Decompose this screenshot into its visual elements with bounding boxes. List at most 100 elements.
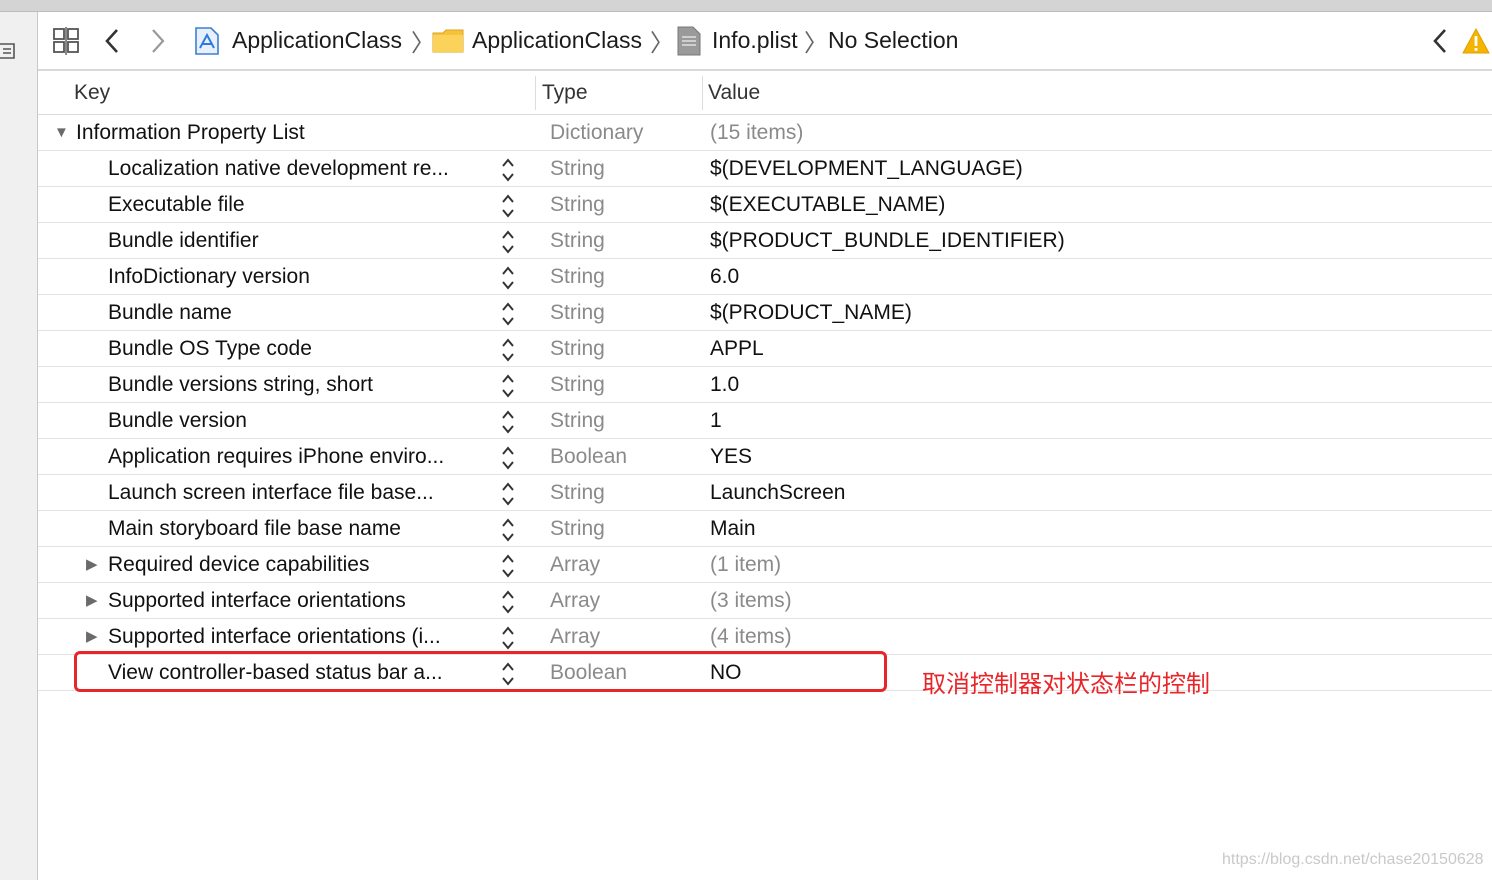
plist-row[interactable]: Launch screen interface file base... Stri… bbox=[38, 475, 1492, 511]
row-type[interactable]: Boolean bbox=[550, 439, 627, 474]
warning-icon[interactable] bbox=[1462, 12, 1490, 69]
row-value[interactable]: 1.0 bbox=[710, 367, 739, 402]
disclosure-expanded-icon[interactable]: ▼ bbox=[54, 115, 69, 150]
disclosure-collapsed-icon[interactable]: ▶ bbox=[86, 619, 98, 654]
row-value[interactable]: (4 items) bbox=[710, 619, 792, 654]
row-value[interactable]: Main bbox=[710, 511, 756, 546]
plist-root-row[interactable]: ▼ Information Property List Dictionary (… bbox=[38, 115, 1492, 151]
row-key[interactable]: Required device capabilities bbox=[108, 547, 370, 582]
key-stepper-icon[interactable] bbox=[500, 337, 516, 363]
plist-column-header: Key Type Value bbox=[38, 72, 1492, 115]
row-key[interactable]: Bundle version bbox=[108, 403, 247, 438]
breadcrumb-selection[interactable]: No Selection bbox=[828, 12, 958, 69]
root-key: Information Property List bbox=[76, 121, 305, 144]
row-key[interactable]: Launch screen interface file base... bbox=[108, 475, 434, 510]
row-key[interactable]: Application requires iPhone enviro... bbox=[108, 439, 444, 474]
row-type[interactable]: String bbox=[550, 403, 605, 438]
plist-row[interactable]: Bundle identifier String $(PRODUCT_BUNDLE_… bbox=[38, 223, 1492, 259]
key-stepper-icon[interactable] bbox=[500, 445, 516, 471]
plist-row[interactable]: Localization native development re... Str… bbox=[38, 151, 1492, 187]
key-stepper-icon[interactable] bbox=[500, 589, 516, 615]
row-value[interactable]: $(PRODUCT_NAME) bbox=[710, 295, 912, 330]
plist-row[interactable]: Application requires iPhone enviro... Boo… bbox=[38, 439, 1492, 475]
root-value: (15 items) bbox=[710, 121, 804, 144]
row-value[interactable]: $(PRODUCT_BUNDLE_IDENTIFIER) bbox=[710, 223, 1065, 258]
disclosure-collapsed-icon[interactable]: ▶ bbox=[86, 583, 98, 618]
key-stepper-icon[interactable] bbox=[500, 373, 516, 399]
previous-issue-chevron-icon[interactable] bbox=[1432, 12, 1448, 69]
row-type[interactable]: String bbox=[550, 259, 605, 294]
breadcrumb-project[interactable]: ApplicationClass bbox=[232, 12, 402, 69]
key-stepper-icon[interactable] bbox=[500, 409, 516, 435]
row-value[interactable]: LaunchScreen bbox=[710, 475, 845, 510]
row-type[interactable]: String bbox=[550, 367, 605, 402]
breadcrumb-file[interactable]: Info.plist bbox=[712, 12, 798, 69]
plist-row[interactable]: ▶ Supported interface orientations Array (3… bbox=[38, 583, 1492, 619]
row-value[interactable]: APPL bbox=[710, 331, 764, 366]
plist-row[interactable]: ▶ Supported interface orientations (i... A… bbox=[38, 619, 1492, 655]
row-value[interactable]: $(DEVELOPMENT_LANGUAGE) bbox=[710, 151, 1023, 186]
row-key[interactable]: Bundle OS Type code bbox=[108, 331, 312, 366]
row-type[interactable]: String bbox=[550, 331, 605, 366]
breadcrumb-separator-icon: 〉 bbox=[804, 30, 828, 57]
row-type[interactable]: String bbox=[550, 475, 605, 510]
row-key[interactable]: Supported interface orientations (i... bbox=[108, 619, 441, 654]
row-value[interactable]: $(EXECUTABLE_NAME) bbox=[710, 187, 945, 222]
row-key[interactable]: Localization native development re... bbox=[108, 151, 449, 186]
key-stepper-icon[interactable] bbox=[500, 229, 516, 255]
row-value[interactable]: YES bbox=[710, 439, 752, 474]
row-type[interactable]: Array bbox=[550, 547, 600, 582]
key-stepper-icon[interactable] bbox=[500, 517, 516, 543]
back-chevron-icon[interactable] bbox=[104, 12, 120, 69]
forward-chevron-icon[interactable] bbox=[150, 12, 166, 69]
related-items-grid-icon[interactable] bbox=[52, 12, 82, 69]
row-key[interactable]: Executable file bbox=[108, 187, 245, 222]
plist-row[interactable]: InfoDictionary version String 6.0 bbox=[38, 259, 1492, 295]
plist-row[interactable]: Bundle OS Type code String APPL bbox=[38, 331, 1492, 367]
key-stepper-icon[interactable] bbox=[500, 625, 516, 651]
row-key[interactable]: Bundle versions string, short bbox=[108, 367, 373, 402]
column-key-header[interactable]: Key bbox=[74, 72, 110, 114]
breadcrumb-group[interactable]: ApplicationClass bbox=[472, 12, 642, 69]
column-divider[interactable] bbox=[535, 76, 536, 110]
row-type[interactable]: String bbox=[550, 511, 605, 546]
row-key[interactable]: Supported interface orientations bbox=[108, 583, 406, 618]
row-type[interactable]: Array bbox=[550, 583, 600, 618]
row-value[interactable]: 1 bbox=[710, 403, 722, 438]
row-type[interactable]: String bbox=[550, 151, 605, 186]
row-value[interactable]: (1 item) bbox=[710, 547, 781, 582]
xcode-project-icon bbox=[194, 12, 220, 69]
plist-row[interactable]: Main storyboard file base name String Main bbox=[38, 511, 1492, 547]
window-top-strip bbox=[0, 0, 1492, 12]
row-type[interactable]: String bbox=[550, 187, 605, 222]
row-key[interactable]: Main storyboard file base name bbox=[108, 511, 401, 546]
key-stepper-icon[interactable] bbox=[500, 265, 516, 291]
left-panel-edge bbox=[0, 12, 38, 880]
plist-row[interactable]: Bundle versions string, short String 1.0 bbox=[38, 367, 1492, 403]
key-stepper-icon[interactable] bbox=[500, 301, 516, 327]
key-stepper-icon[interactable] bbox=[500, 481, 516, 507]
plist-row[interactable]: Bundle version String 1 bbox=[38, 403, 1492, 439]
row-type[interactable]: Array bbox=[550, 619, 600, 654]
folder-icon bbox=[432, 12, 464, 69]
row-value[interactable]: 6.0 bbox=[710, 259, 739, 294]
annotation-text: 取消控制器对状态栏的控制 bbox=[922, 670, 1210, 698]
column-value-header[interactable]: Value bbox=[708, 72, 760, 114]
key-stepper-icon[interactable] bbox=[500, 157, 516, 183]
plist-row[interactable]: Bundle name String $(PRODUCT_NAME) bbox=[38, 295, 1492, 331]
column-type-header[interactable]: Type bbox=[542, 72, 588, 114]
key-stepper-icon[interactable] bbox=[500, 193, 516, 219]
list-icon[interactable] bbox=[0, 42, 16, 62]
key-stepper-icon[interactable] bbox=[500, 553, 516, 579]
plist-row[interactable]: ▶ Required device capabilities Array (1 ite… bbox=[38, 547, 1492, 583]
row-key[interactable]: InfoDictionary version bbox=[108, 259, 310, 294]
column-divider[interactable] bbox=[702, 76, 703, 110]
row-key[interactable]: Bundle identifier bbox=[108, 223, 259, 258]
disclosure-collapsed-icon[interactable]: ▶ bbox=[86, 547, 98, 582]
root-type: Dictionary bbox=[550, 121, 644, 144]
row-type[interactable]: String bbox=[550, 295, 605, 330]
plist-row[interactable]: Executable file String $(EXECUTABLE_NAME) bbox=[38, 187, 1492, 223]
row-type[interactable]: String bbox=[550, 223, 605, 258]
row-value[interactable]: (3 items) bbox=[710, 583, 792, 618]
row-key[interactable]: Bundle name bbox=[108, 295, 232, 330]
